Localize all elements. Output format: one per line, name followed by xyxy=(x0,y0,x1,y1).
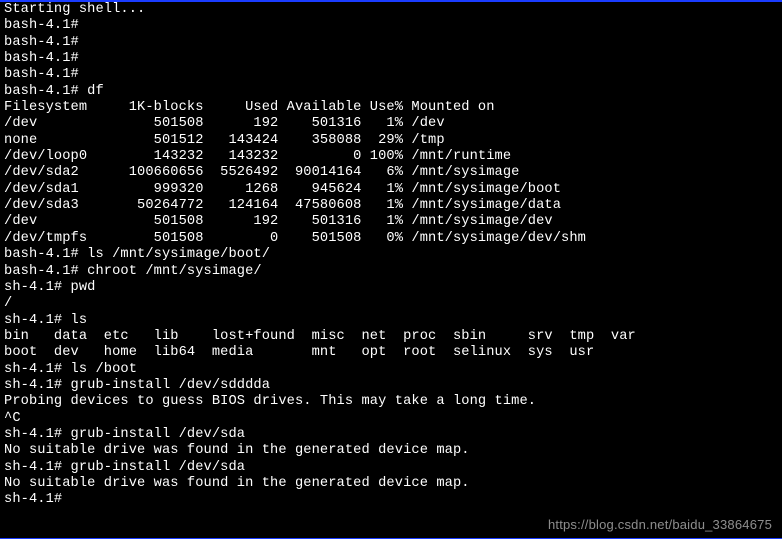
terminal-output[interactable]: Starting shell... bash-4.1# bash-4.1# ba… xyxy=(0,2,782,509)
watermark-text: https://blog.csdn.net/baidu_33864675 xyxy=(548,517,772,532)
